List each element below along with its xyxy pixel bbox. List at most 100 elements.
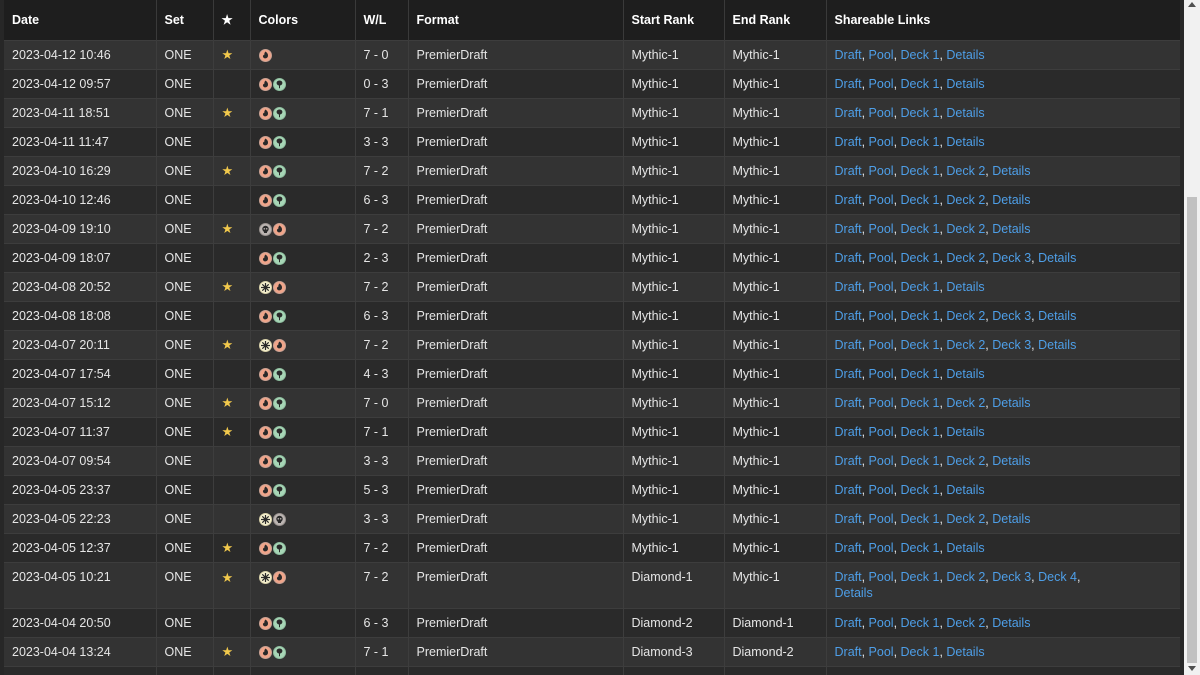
link-draft[interactable]: Draft [835,367,862,381]
link-draft[interactable]: Draft [835,193,862,207]
link-draft[interactable]: Draft [835,251,862,265]
link-deck-3[interactable]: Deck 3 [992,251,1031,265]
link-deck-1[interactable]: Deck 1 [901,483,940,497]
link-deck-1[interactable]: Deck 1 [901,338,940,352]
link-draft[interactable]: Draft [835,280,862,294]
link-deck-1[interactable]: Deck 1 [901,193,940,207]
link-deck-2[interactable]: Deck 2 [946,193,985,207]
link-details[interactable]: Details [946,77,984,91]
link-deck-1[interactable]: Deck 1 [901,367,940,381]
link-details[interactable]: Details [992,396,1030,410]
link-deck-4[interactable]: Deck 4 [1038,570,1077,584]
link-details[interactable]: Details [946,48,984,62]
header-colors[interactable]: Colors [250,0,356,40]
link-pool[interactable]: Pool [869,616,894,630]
link-details[interactable]: Details [992,193,1030,207]
link-deck-2[interactable]: Deck 2 [946,309,985,323]
link-pool[interactable]: Pool [869,483,894,497]
link-pool[interactable]: Pool [869,309,894,323]
link-details[interactable]: Details [946,541,984,555]
link-deck-1[interactable]: Deck 1 [901,616,940,630]
link-draft[interactable]: Draft [835,164,862,178]
scroll-up-arrow-icon[interactable] [1188,2,1196,7]
header-wl[interactable]: W/L [355,0,409,40]
link-deck-1[interactable]: Deck 1 [901,541,940,555]
link-pool[interactable]: Pool [869,222,894,236]
link-deck-1[interactable]: Deck 1 [901,222,940,236]
link-details[interactable]: Details [992,616,1030,630]
header-start-rank[interactable]: Start Rank [623,0,725,40]
link-deck-1[interactable]: Deck 1 [901,164,940,178]
link-deck-2[interactable]: Deck 2 [946,396,985,410]
link-details[interactable]: Details [992,164,1030,178]
link-details[interactable]: Details [946,645,984,659]
link-draft[interactable]: Draft [835,541,862,555]
link-deck-2[interactable]: Deck 2 [946,164,985,178]
link-pool[interactable]: Pool [869,48,894,62]
link-deck-3[interactable]: Deck 3 [992,570,1031,584]
link-deck-1[interactable]: Deck 1 [901,512,940,526]
link-deck-1[interactable]: Deck 1 [901,280,940,294]
link-pool[interactable]: Pool [869,106,894,120]
link-deck-1[interactable]: Deck 1 [901,48,940,62]
link-deck-1[interactable]: Deck 1 [901,77,940,91]
link-deck-2[interactable]: Deck 2 [946,454,985,468]
header-end-rank[interactable]: End Rank [724,0,827,40]
link-pool[interactable]: Pool [869,570,894,584]
link-draft[interactable]: Draft [835,396,862,410]
link-pool[interactable]: Pool [869,77,894,91]
link-details[interactable]: Details [1038,338,1076,352]
link-draft[interactable]: Draft [835,338,862,352]
link-details[interactable]: Details [835,586,873,600]
link-pool[interactable]: Pool [869,512,894,526]
link-deck-1[interactable]: Deck 1 [901,135,940,149]
link-draft[interactable]: Draft [835,645,862,659]
scrollbar-thumb[interactable] [1187,197,1197,663]
link-pool[interactable]: Pool [869,193,894,207]
link-deck-2[interactable]: Deck 2 [946,338,985,352]
link-details[interactable]: Details [1038,309,1076,323]
link-details[interactable]: Details [992,454,1030,468]
link-draft[interactable]: Draft [835,106,862,120]
link-draft[interactable]: Draft [835,512,862,526]
link-details[interactable]: Details [946,483,984,497]
link-draft[interactable]: Draft [835,454,862,468]
link-pool[interactable]: Pool [869,425,894,439]
link-deck-1[interactable]: Deck 1 [901,570,940,584]
link-details[interactable]: Details [992,222,1030,236]
link-deck-2[interactable]: Deck 2 [946,251,985,265]
link-details[interactable]: Details [946,367,984,381]
link-draft[interactable]: Draft [835,616,862,630]
link-deck-1[interactable]: Deck 1 [901,396,940,410]
link-deck-1[interactable]: Deck 1 [901,309,940,323]
link-pool[interactable]: Pool [869,280,894,294]
link-draft[interactable]: Draft [835,77,862,91]
link-details[interactable]: Details [1038,251,1076,265]
link-pool[interactable]: Pool [869,367,894,381]
link-deck-1[interactable]: Deck 1 [901,645,940,659]
link-deck-1[interactable]: Deck 1 [901,425,940,439]
link-deck-2[interactable]: Deck 2 [946,222,985,236]
header-set[interactable]: Set [156,0,214,40]
link-draft[interactable]: Draft [835,135,862,149]
link-deck-2[interactable]: Deck 2 [946,616,985,630]
link-draft[interactable]: Draft [835,483,862,497]
link-pool[interactable]: Pool [869,251,894,265]
link-draft[interactable]: Draft [835,570,862,584]
header-format[interactable]: Format [408,0,624,40]
link-deck-3[interactable]: Deck 3 [992,309,1031,323]
link-deck-2[interactable]: Deck 2 [946,512,985,526]
link-deck-1[interactable]: Deck 1 [901,454,940,468]
header-star[interactable]: ★ [213,0,251,40]
link-draft[interactable]: Draft [835,309,862,323]
link-pool[interactable]: Pool [869,135,894,149]
link-details[interactable]: Details [946,425,984,439]
link-pool[interactable]: Pool [869,541,894,555]
link-details[interactable]: Details [946,280,984,294]
link-pool[interactable]: Pool [869,164,894,178]
link-details[interactable]: Details [946,106,984,120]
link-deck-2[interactable]: Deck 2 [946,570,985,584]
link-draft[interactable]: Draft [835,48,862,62]
link-deck-1[interactable]: Deck 1 [901,251,940,265]
link-deck-3[interactable]: Deck 3 [992,338,1031,352]
